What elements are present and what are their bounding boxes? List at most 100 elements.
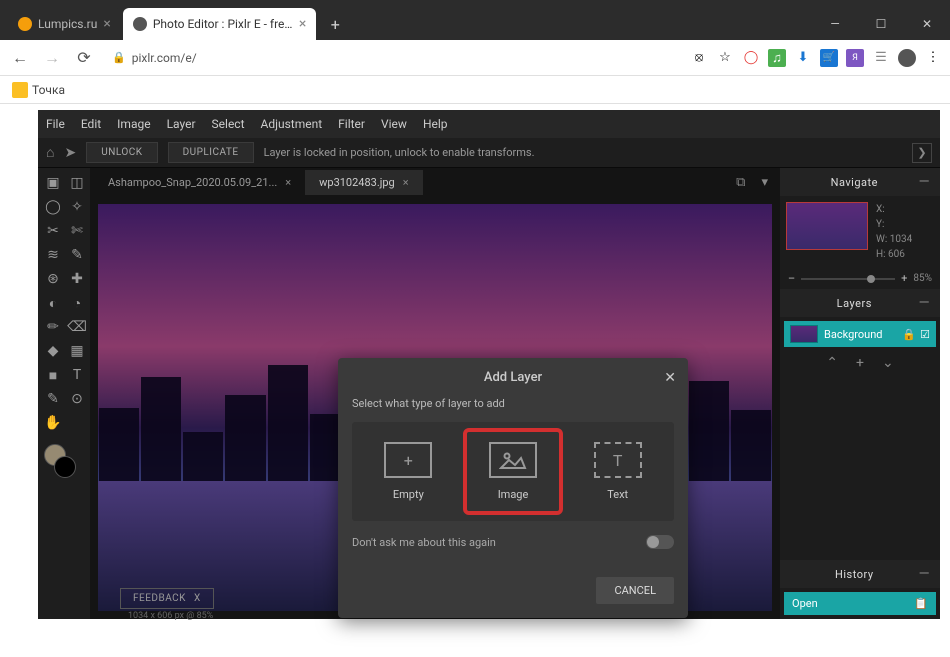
menu-image[interactable]: Image — [117, 117, 150, 131]
duplicate-button[interactable]: DUPLICATE — [168, 142, 254, 163]
gradient-tool-icon[interactable]: ▦ — [66, 340, 88, 362]
collapse-icon[interactable]: — — [919, 174, 930, 190]
expand-right-icon[interactable]: ❯ — [912, 143, 932, 163]
feedback-button[interactable]: FEEDBACK X — [120, 588, 214, 609]
ext-cart-icon[interactable]: 🛒 — [820, 49, 838, 67]
hand-tool-icon[interactable]: ✋ — [42, 412, 64, 434]
translate-icon[interactable]: ⦻ — [690, 49, 708, 67]
heal-tool-icon[interactable]: ✚ — [66, 268, 88, 290]
new-tab-button[interactable]: + — [322, 11, 348, 37]
layer-up-icon[interactable]: ⌃ — [826, 355, 838, 371]
ext-opera-icon[interactable]: ◯ — [742, 49, 760, 67]
color-swatches[interactable] — [42, 444, 88, 484]
browser-tab[interactable]: Lumpics.ru × — [8, 8, 121, 40]
unlock-button[interactable]: UNLOCK — [86, 142, 157, 163]
ext-wym-icon[interactable]: Я — [846, 49, 864, 67]
fill-tool-icon[interactable]: ◆ — [42, 340, 64, 362]
menu-icon[interactable]: ⋮ — [924, 49, 942, 67]
bookmark-item[interactable]: Точка — [32, 83, 65, 97]
move-tool-icon[interactable]: ▣ — [42, 172, 64, 194]
file-tabs-dropdown-icon[interactable]: ▾ — [753, 175, 776, 190]
home-icon[interactable]: ⌂ — [46, 144, 54, 161]
navigate-thumbnail[interactable] — [786, 202, 868, 250]
minimize-button[interactable]: — — [812, 8, 858, 40]
eyedropper-tool-icon[interactable]: ✎ — [42, 388, 64, 410]
tab-favicon-icon — [133, 17, 147, 31]
slider-track[interactable] — [801, 278, 895, 280]
cancel-button[interactable]: CANCEL — [596, 577, 674, 604]
brush-tool-icon[interactable]: ✎ — [66, 244, 88, 266]
layer-option-text[interactable]: T Text — [571, 432, 664, 511]
history-row[interactable]: Open 📋 — [784, 592, 936, 615]
maximize-button[interactable]: ☐ — [858, 8, 904, 40]
wand-tool-icon[interactable]: ✧ — [66, 196, 88, 218]
layer-option-image[interactable]: Image — [463, 428, 564, 515]
marquee-tool-icon[interactable]: ◫ — [66, 172, 88, 194]
browser-tab-active[interactable]: Photo Editor : Pixlr E - free imag... × — [123, 8, 316, 40]
add-layer-modal: Add Layer ✕ Select what type of layer to… — [338, 358, 688, 618]
file-tab-active[interactable]: wp3102483.jpg × — [305, 170, 422, 195]
tab-close-icon[interactable]: × — [103, 16, 110, 32]
back-button[interactable]: ← — [8, 46, 32, 70]
reading-list-icon[interactable]: ☰ — [872, 49, 890, 67]
cut-tool-icon[interactable]: ✄ — [66, 220, 88, 242]
menu-filter[interactable]: Filter — [338, 117, 365, 131]
slider-thumb-icon[interactable] — [867, 275, 875, 283]
star-icon[interactable]: ☆ — [716, 49, 734, 67]
ext-download-icon[interactable]: ⬇ — [794, 49, 812, 67]
menu-select[interactable]: Select — [212, 117, 245, 131]
zoom-slider[interactable]: – + 85% — [780, 268, 940, 289]
shape-tool-icon[interactable]: ■ — [42, 364, 64, 386]
menu-layer[interactable]: Layer — [167, 117, 196, 131]
blur-tool-icon[interactable]: ◔ — [66, 292, 88, 314]
layer-down-icon[interactable]: ⌄ — [882, 355, 894, 371]
crop-tool-icon[interactable]: ✂ — [42, 220, 64, 242]
layers-panel-header[interactable]: Layers — — [780, 289, 940, 317]
dodge-tool-icon[interactable]: ◐ — [42, 292, 64, 314]
visibility-icon[interactable]: ☑ — [920, 328, 930, 341]
file-tab-close-icon[interactable]: × — [403, 176, 409, 189]
navigate-panel-header[interactable]: Navigate — — [780, 168, 940, 196]
avatar-icon[interactable] — [898, 49, 916, 67]
menu-adjustment[interactable]: Adjustment — [261, 117, 323, 131]
pointer-icon[interactable]: ➤ — [64, 145, 76, 161]
background-color-icon[interactable] — [54, 456, 76, 478]
menu-view[interactable]: View — [381, 117, 407, 131]
reload-button[interactable]: ⟳ — [72, 46, 96, 70]
window-controls: — ☐ ✕ — [812, 8, 950, 40]
add-layer-icon[interactable]: + — [856, 355, 864, 371]
ext-music-icon[interactable]: ♫ — [768, 49, 786, 67]
lasso-tool-icon[interactable]: ◯ — [42, 196, 64, 218]
liquify-tool-icon[interactable]: ≋ — [42, 244, 64, 266]
feedback-close-icon[interactable]: X — [194, 593, 201, 604]
option-label: Image — [498, 488, 529, 501]
zoom-in-icon[interactable]: + — [901, 272, 907, 285]
tab-close-icon[interactable]: × — [299, 16, 306, 32]
close-window-button[interactable]: ✕ — [904, 8, 950, 40]
collapse-icon[interactable]: — — [919, 566, 930, 582]
menu-edit[interactable]: Edit — [81, 117, 101, 131]
clone-tool-icon[interactable]: ⊛ — [42, 268, 64, 290]
history-panel-header[interactable]: History — — [780, 560, 940, 588]
lock-icon[interactable]: 🔒 — [902, 328, 916, 341]
menu-help[interactable]: Help — [423, 117, 448, 131]
navigate-info: X: Y: W: 1034 H: 606 — [876, 202, 912, 262]
pen-tool-icon[interactable]: ✏ — [42, 316, 64, 338]
forward-button[interactable]: → — [40, 46, 64, 70]
file-tabs: Ashampoo_Snap_2020.05.09_21... × wp31024… — [90, 168, 780, 196]
file-tab[interactable]: Ashampoo_Snap_2020.05.09_21... × — [94, 170, 305, 195]
dont-ask-toggle[interactable] — [646, 535, 674, 549]
eraser-tool-icon[interactable]: ⌫ — [66, 316, 88, 338]
file-tabs-menu-icon[interactable]: ⧉ — [728, 175, 753, 190]
modal-close-icon[interactable]: ✕ — [664, 370, 676, 386]
zoom-out-icon[interactable]: – — [788, 272, 795, 285]
zoom-tool-icon[interactable]: ⊙ — [66, 388, 88, 410]
layer-option-empty[interactable]: + Empty — [362, 432, 455, 511]
url-bar[interactable]: 🔒 pixlr.com/e/ — [104, 51, 682, 65]
file-tab-close-icon[interactable]: × — [285, 176, 291, 189]
layer-controls: ⌃ + ⌄ — [784, 347, 936, 379]
menu-file[interactable]: File — [46, 117, 65, 131]
layer-row[interactable]: Background 🔒 ☑ — [784, 321, 936, 347]
text-tool-icon[interactable]: T — [66, 364, 88, 386]
collapse-icon[interactable]: — — [919, 295, 930, 311]
